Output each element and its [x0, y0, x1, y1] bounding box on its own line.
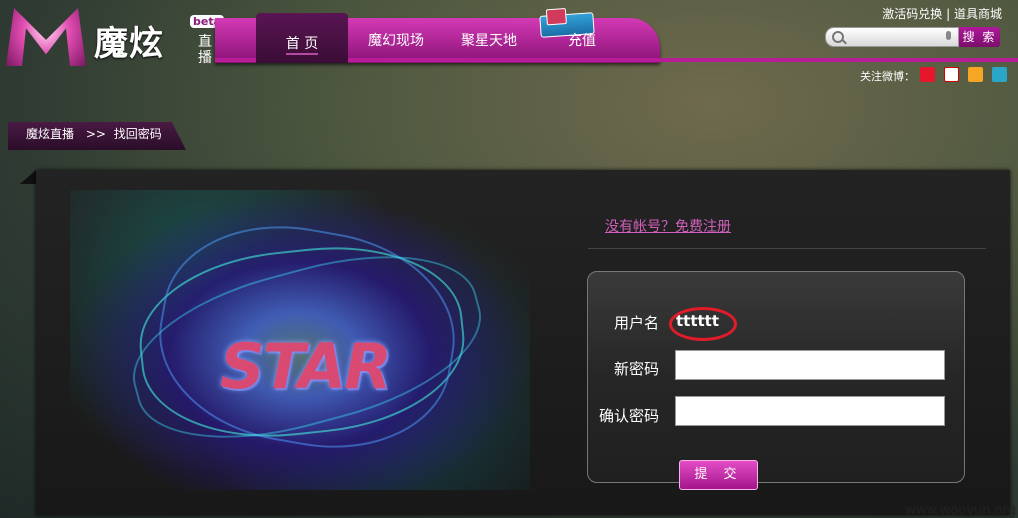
weibo-icons [920, 67, 1011, 86]
confirm-password-label: 确认密码 [598, 407, 659, 425]
sina-weibo-icon[interactable] [920, 67, 935, 82]
sohu-weibo-icon[interactable] [992, 67, 1008, 82]
submit-button[interactable]: 提 交 [679, 460, 758, 490]
search-input[interactable] [825, 27, 959, 47]
link-separator: | [946, 7, 954, 21]
reset-password-form: 用户名 tttttt 新密码 确认密码 提 交 [587, 271, 965, 490]
breadcrumb-current: 找回密码 [113, 127, 162, 141]
tencent-weibo-icon[interactable] [968, 67, 984, 82]
username-label: 用户名 [613, 314, 659, 332]
top-bar: 魔炫 beta 直播 首 页 魔幻现场 聚星天地 充值 激活码兑换 | 道具商城… [0, 0, 1018, 83]
activation-code-link[interactable]: 激活码兑换 [882, 7, 942, 21]
search-box: 搜 索 [825, 27, 1000, 47]
search-button[interactable]: 搜 索 [959, 27, 1000, 47]
nav-item-home[interactable]: 首 页 [256, 13, 348, 63]
logo-m-icon [6, 8, 86, 66]
nav-item-recharge[interactable]: 充值 [568, 30, 596, 50]
microphone-icon[interactable] [946, 31, 951, 40]
red-circle-annotation [669, 307, 737, 341]
nav-item-stars[interactable]: 聚星天地 [461, 30, 517, 50]
breadcrumb-separator: >> [85, 127, 106, 141]
new-password-label: 新密码 [613, 360, 659, 378]
new-password-field[interactable] [675, 350, 945, 380]
star-logo-text: STAR [220, 330, 392, 403]
confirm-password-field[interactable] [675, 396, 945, 426]
nav-item-live[interactable]: 魔幻现场 [368, 30, 424, 50]
nav-home-label: 首 页 [285, 36, 319, 52]
item-mall-link[interactable]: 道具商城 [954, 7, 1002, 21]
register-link[interactable]: 没有帐号？免费注册 [605, 216, 731, 236]
active-indicator [286, 53, 318, 55]
watermark: www.wooyun.org [904, 503, 1016, 518]
breadcrumb: 魔炫直播 >> 找回密码 [8, 122, 186, 150]
search-icon [832, 31, 844, 43]
netease-weibo-icon[interactable] [944, 67, 960, 82]
content-panel: STAR 没有帐号？免费注册 用户名 tttttt 新密码 确认密码 提 交 [36, 170, 1010, 515]
breadcrumb-root[interactable]: 魔炫直播 [26, 127, 74, 141]
divider [588, 248, 986, 249]
top-links: 激活码兑换 | 道具商城 [882, 5, 1002, 22]
panel-corner [20, 170, 36, 184]
weibo-label: 关注微博： [860, 70, 915, 83]
star-banner-image: STAR [70, 190, 530, 490]
logo-name: 魔炫 [94, 24, 164, 64]
